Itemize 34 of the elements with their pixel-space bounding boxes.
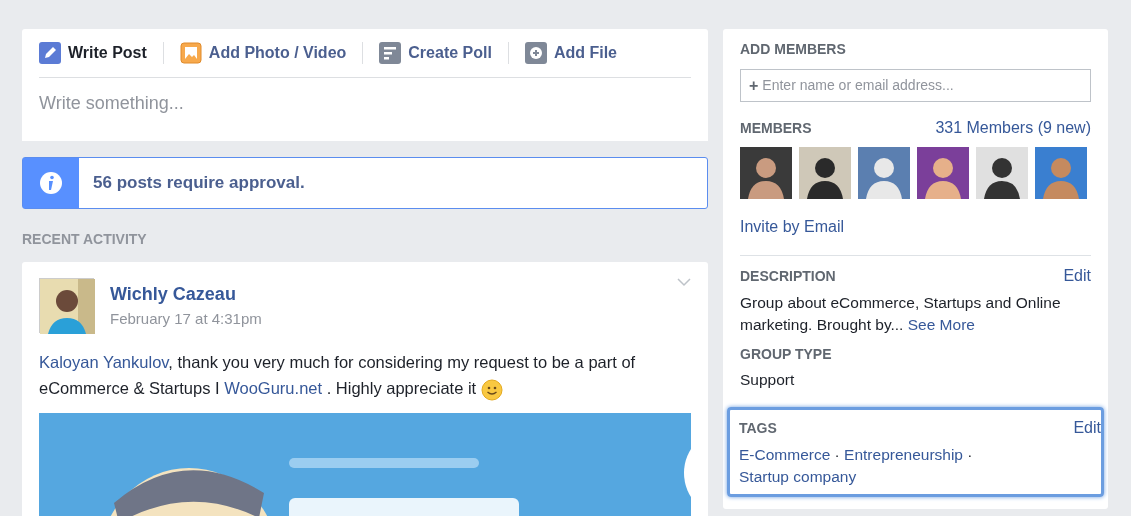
group-type-value: Support: [740, 370, 796, 390]
tag-link[interactable]: Entrepreneurship: [844, 446, 963, 463]
section-heading: MEMBERS: [740, 119, 812, 138]
tag-list: E-Commerce · Entrepreneurship · Startup company: [739, 444, 1101, 488]
composer-tab[interactable]: Add Photo / Video: [179, 41, 347, 77]
image-icon: [179, 42, 202, 64]
description-text: Group about eCommerce, Startups and Online marketing. Brought by... See More: [740, 293, 1062, 335]
post-text: Kaloyan Yankulov, thank you very much for considering my request to be a part of eCommerce & Startups I WooGuru.net . Highly appreciate it: [39, 349, 691, 401]
mention-link[interactable]: Kaloyan Yankulov: [39, 353, 169, 371]
edit-link[interactable]: Edit: [1073, 416, 1101, 440]
section-heading: ADD MEMBERS: [740, 40, 847, 59]
section-heading: DESCRIPTION: [740, 267, 836, 286]
composer-tab[interactable]: Write Post: [39, 41, 147, 77]
composer-tab[interactable]: Add File: [524, 41, 617, 77]
tag-link[interactable]: E-Commerce: [739, 446, 831, 463]
pencil-icon: [39, 42, 61, 64]
smiley-icon: [480, 378, 503, 401]
mention-link[interactable]: WooGuru.net: [224, 379, 323, 397]
edit-link[interactable]: Edit: [1063, 264, 1091, 288]
member-count-link[interactable]: 331 Members (9 new): [935, 116, 1091, 140]
info-icon: [39, 171, 63, 195]
see-more-link[interactable]: See More: [907, 316, 975, 333]
invite-link[interactable]: Invite by Email: [740, 218, 845, 235]
add-member-field[interactable]: + Enter name or email address...: [740, 69, 1091, 102]
tag-link[interactable]: Startup company: [739, 468, 857, 485]
post-composer[interactable]: Write Post Add Photo / Video Create Poll Add File Write something...: [22, 29, 708, 141]
section-heading: RECENT ACTIVITY: [22, 230, 148, 249]
section-heading: GROUP TYPE: [740, 345, 833, 364]
list-icon: [379, 42, 402, 64]
section-heading: TAGS: [739, 419, 777, 438]
author-name[interactable]: Wichly Cazeau: [110, 280, 262, 308]
plus-icon: +: [749, 77, 759, 94]
approval-notice[interactable]: 56 posts require approval.: [22, 157, 708, 209]
composer-tab[interactable]: Create Poll: [379, 41, 492, 77]
